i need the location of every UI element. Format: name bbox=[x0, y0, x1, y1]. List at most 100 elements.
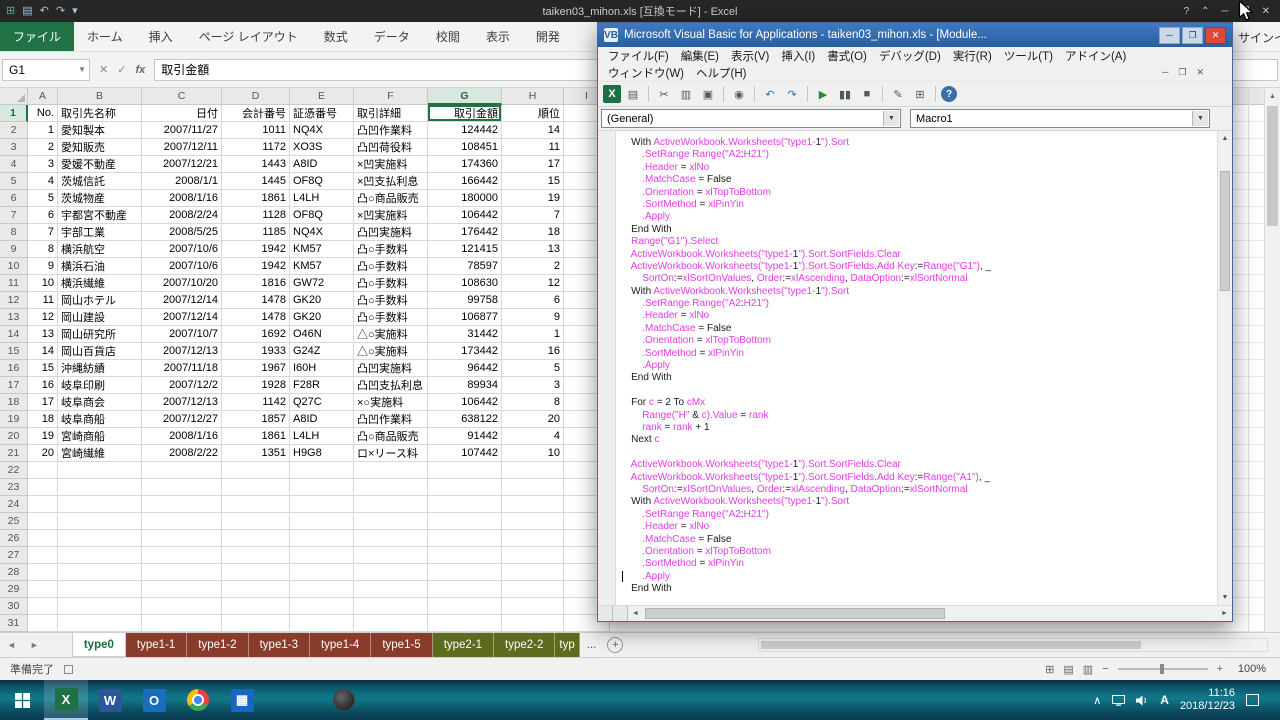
cell-C25[interactable] bbox=[142, 513, 222, 530]
ribbon-tab-2[interactable]: 挿入 bbox=[136, 22, 186, 51]
cell-B17[interactable]: 岐阜印刷 bbox=[58, 377, 142, 394]
cell-D13[interactable]: 1478 bbox=[222, 309, 290, 326]
row-header-2[interactable]: 2 bbox=[0, 122, 28, 139]
undo-icon[interactable]: ↶ bbox=[760, 84, 780, 104]
cell-H4[interactable]: 17 bbox=[502, 156, 564, 173]
cell-G2[interactable]: 124442 bbox=[428, 122, 502, 139]
cell-B22[interactable] bbox=[58, 462, 142, 479]
cell-F25[interactable] bbox=[354, 513, 428, 530]
vbe-menu-item[interactable]: ウィンドウ(W) bbox=[602, 65, 690, 81]
taskbar-word-icon[interactable]: W bbox=[88, 680, 132, 720]
row-header-12[interactable]: 12 bbox=[0, 292, 28, 309]
cell-C10[interactable]: 2007/10/6 bbox=[142, 258, 222, 275]
vbe-menu-item[interactable]: 編集(E) bbox=[675, 48, 725, 64]
cell-E28[interactable] bbox=[290, 564, 354, 581]
cell-C7[interactable]: 2008/2/24 bbox=[142, 207, 222, 224]
object-combo[interactable]: (General) ▼ bbox=[601, 109, 901, 128]
cell-E26[interactable] bbox=[290, 530, 354, 547]
cell-B12[interactable]: 岡山ホテル bbox=[58, 292, 142, 309]
cell-C16[interactable]: 2007/11/18 bbox=[142, 360, 222, 377]
combo-dropdown-icon[interactable]: ▼ bbox=[1192, 111, 1208, 126]
cell-B30[interactable] bbox=[58, 598, 142, 615]
cell-H12[interactable]: 6 bbox=[502, 292, 564, 309]
row-header-13[interactable]: 13 bbox=[0, 309, 28, 326]
cell-H7[interactable]: 7 bbox=[502, 207, 564, 224]
cell-C23[interactable] bbox=[142, 479, 222, 496]
cell-E29[interactable] bbox=[290, 581, 354, 598]
cell-C18[interactable]: 2007/12/13 bbox=[142, 394, 222, 411]
row-header-20[interactable]: 20 bbox=[0, 428, 28, 445]
row-header-19[interactable]: 19 bbox=[0, 411, 28, 428]
insert-function-icon[interactable]: fx bbox=[135, 64, 145, 76]
cell-E18[interactable]: Q27C bbox=[290, 394, 354, 411]
cell-B28[interactable] bbox=[58, 564, 142, 581]
cell-D2[interactable]: 1011 bbox=[222, 122, 290, 139]
cell-E24[interactable] bbox=[290, 496, 354, 513]
cell-H23[interactable] bbox=[502, 479, 564, 496]
cell-C24[interactable] bbox=[142, 496, 222, 513]
cell-G22[interactable] bbox=[428, 462, 502, 479]
cell-H17[interactable]: 3 bbox=[502, 377, 564, 394]
cell-B15[interactable]: 岡山百貨店 bbox=[58, 343, 142, 360]
cell-H21[interactable]: 10 bbox=[502, 445, 564, 462]
cell-H30[interactable] bbox=[502, 598, 564, 615]
find-icon[interactable]: ◉ bbox=[729, 84, 749, 104]
taskbar-excel-icon[interactable]: X bbox=[44, 680, 88, 720]
procedure-combo[interactable]: Macro1 ▼ bbox=[910, 109, 1210, 128]
sheet-tab-type1-2[interactable]: type1-2 bbox=[187, 633, 248, 657]
cell-B23[interactable] bbox=[58, 479, 142, 496]
cell-C31[interactable] bbox=[142, 615, 222, 632]
row-header-8[interactable]: 8 bbox=[0, 224, 28, 241]
scroll-up-icon[interactable]: ▲ bbox=[1265, 88, 1280, 104]
tray-ime-icon[interactable]: A bbox=[1160, 693, 1169, 707]
vbe-vertical-scrollbar[interactable]: ▲ ▼ bbox=[1217, 131, 1232, 605]
cell-F7[interactable]: ×凹実施料 bbox=[354, 207, 428, 224]
cell-A11[interactable]: 10 bbox=[28, 275, 58, 292]
cell-C22[interactable] bbox=[142, 462, 222, 479]
cell-A7[interactable]: 6 bbox=[28, 207, 58, 224]
vbe-menu-item[interactable]: アドイン(A) bbox=[1059, 48, 1132, 64]
row-header-24[interactable]: 24 bbox=[0, 496, 28, 513]
cell-B21[interactable]: 宮崎繊維 bbox=[58, 445, 142, 462]
cell-G15[interactable]: 173442 bbox=[428, 343, 502, 360]
cell-A2[interactable]: 1 bbox=[28, 122, 58, 139]
cell-H18[interactable]: 8 bbox=[502, 394, 564, 411]
cell-F9[interactable]: 凸○手数料 bbox=[354, 241, 428, 258]
vbe-titlebar[interactable]: VB Microsoft Visual Basic for Applicatio… bbox=[598, 23, 1232, 47]
cell-G28[interactable] bbox=[428, 564, 502, 581]
cell-C13[interactable]: 2007/12/14 bbox=[142, 309, 222, 326]
cell-F22[interactable] bbox=[354, 462, 428, 479]
cell-A13[interactable]: 12 bbox=[28, 309, 58, 326]
taskbar-notes-icon[interactable]: ▦ bbox=[220, 680, 264, 720]
cell-G26[interactable] bbox=[428, 530, 502, 547]
row-header-28[interactable]: 28 bbox=[0, 564, 28, 581]
row-header-31[interactable]: 31 bbox=[0, 615, 28, 632]
code-text[interactable]: With ActiveWorkbook.Worksheets("type1-1"… bbox=[616, 131, 1217, 605]
cell-H8[interactable]: 18 bbox=[502, 224, 564, 241]
cell-G14[interactable]: 31442 bbox=[428, 326, 502, 343]
cell-B1[interactable]: 取引先名称 bbox=[58, 105, 142, 122]
cell-F2[interactable]: 凸凹作業料 bbox=[354, 122, 428, 139]
vbe-horizontal-scrollbar[interactable] bbox=[643, 606, 1217, 621]
cell-D1[interactable]: 会計番号 bbox=[222, 105, 290, 122]
cell-F8[interactable]: 凸凹実施料 bbox=[354, 224, 428, 241]
split-box[interactable] bbox=[613, 606, 628, 621]
cell-C5[interactable]: 2008/1/1 bbox=[142, 173, 222, 190]
normal-view-icon[interactable]: ⊞ bbox=[1045, 663, 1054, 676]
column-header-G[interactable]: G bbox=[428, 88, 502, 105]
cell-A9[interactable]: 8 bbox=[28, 241, 58, 258]
cell-G31[interactable] bbox=[428, 615, 502, 632]
ribbon-options-icon[interactable]: ⌃ bbox=[1201, 6, 1209, 17]
column-header-C[interactable]: C bbox=[142, 88, 222, 105]
cell-H29[interactable] bbox=[502, 581, 564, 598]
cell-A14[interactable]: 13 bbox=[28, 326, 58, 343]
cell-H2[interactable]: 14 bbox=[502, 122, 564, 139]
cell-D27[interactable] bbox=[222, 547, 290, 564]
tray-hidden-icons-icon[interactable]: ∧ bbox=[1093, 694, 1101, 707]
cell-D15[interactable]: 1933 bbox=[222, 343, 290, 360]
cell-E21[interactable]: H9G8 bbox=[290, 445, 354, 462]
toolbox-icon[interactable]: ⊞ bbox=[910, 84, 930, 104]
cell-E23[interactable] bbox=[290, 479, 354, 496]
cell-C3[interactable]: 2007/12/11 bbox=[142, 139, 222, 156]
cell-G23[interactable] bbox=[428, 479, 502, 496]
